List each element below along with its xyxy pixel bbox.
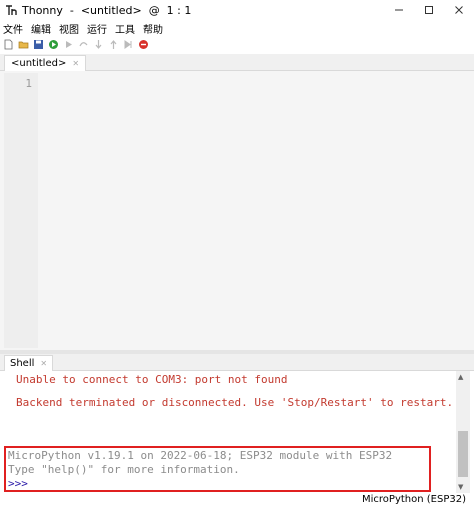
status-bar: MicroPython (ESP32)	[0, 493, 474, 506]
shell-scrollbar[interactable]: ▲ ▼	[456, 371, 470, 493]
line-number-gutter: 1	[4, 73, 38, 348]
tab-label: <untitled>	[11, 58, 67, 69]
close-tab-icon[interactable]: ✕	[72, 59, 79, 68]
shell-tab-label: Shell	[10, 358, 35, 369]
new-file-icon[interactable]	[3, 39, 14, 50]
run-icon[interactable]	[48, 39, 59, 50]
step-over-icon[interactable]	[78, 39, 89, 50]
code-input-area[interactable]	[38, 73, 468, 348]
editor-tab-strip: <untitled> ✕	[0, 54, 474, 71]
scroll-up-arrow-icon[interactable]: ▲	[458, 373, 463, 381]
scroll-down-arrow-icon[interactable]: ▼	[458, 483, 463, 491]
code-editor: 1	[0, 71, 474, 350]
menu-help[interactable]: 帮助	[143, 21, 163, 36]
tab-untitled[interactable]: <untitled> ✕	[4, 55, 87, 71]
menu-tools[interactable]: 工具	[115, 21, 135, 36]
scrollbar-thumb[interactable]	[458, 431, 468, 477]
menu-edit[interactable]: 编辑	[31, 21, 51, 36]
shell-tab-strip: Shell ✕	[0, 354, 474, 371]
window-title: Thonny - <untitled> @ 1 : 1	[22, 3, 192, 17]
shell-error-line: Unable to connect to COM3: port not foun…	[16, 373, 288, 386]
menu-bar: 文件 编辑 视图 运行 工具 帮助	[0, 20, 474, 36]
line-number: 1	[25, 77, 32, 90]
resume-icon[interactable]	[123, 39, 134, 50]
save-icon[interactable]	[33, 39, 44, 50]
menu-file[interactable]: 文件	[3, 21, 23, 36]
stop-icon[interactable]	[138, 39, 149, 50]
shell-error-line: Backend terminated or disconnected. Use …	[16, 396, 454, 409]
maximize-button[interactable]	[414, 0, 444, 20]
interpreter-selector[interactable]: MicroPython (ESP32)	[362, 494, 466, 505]
debug-icon[interactable]	[63, 39, 74, 50]
toolbar	[0, 36, 474, 52]
menu-run[interactable]: 运行	[87, 21, 107, 36]
tab-shell[interactable]: Shell ✕	[4, 355, 54, 371]
title-bar: Thonny - <untitled> @ 1 : 1	[0, 0, 474, 20]
open-file-icon[interactable]	[18, 39, 29, 50]
close-button[interactable]	[444, 0, 474, 20]
step-into-icon[interactable]	[93, 39, 104, 50]
window-controls	[384, 0, 474, 20]
menu-view[interactable]: 视图	[59, 21, 79, 36]
highlight-annotation-box	[4, 446, 431, 492]
step-out-icon[interactable]	[108, 39, 119, 50]
close-tab-icon[interactable]: ✕	[40, 359, 47, 368]
thonny-logo-icon	[4, 3, 18, 17]
minimize-button[interactable]	[384, 0, 414, 20]
